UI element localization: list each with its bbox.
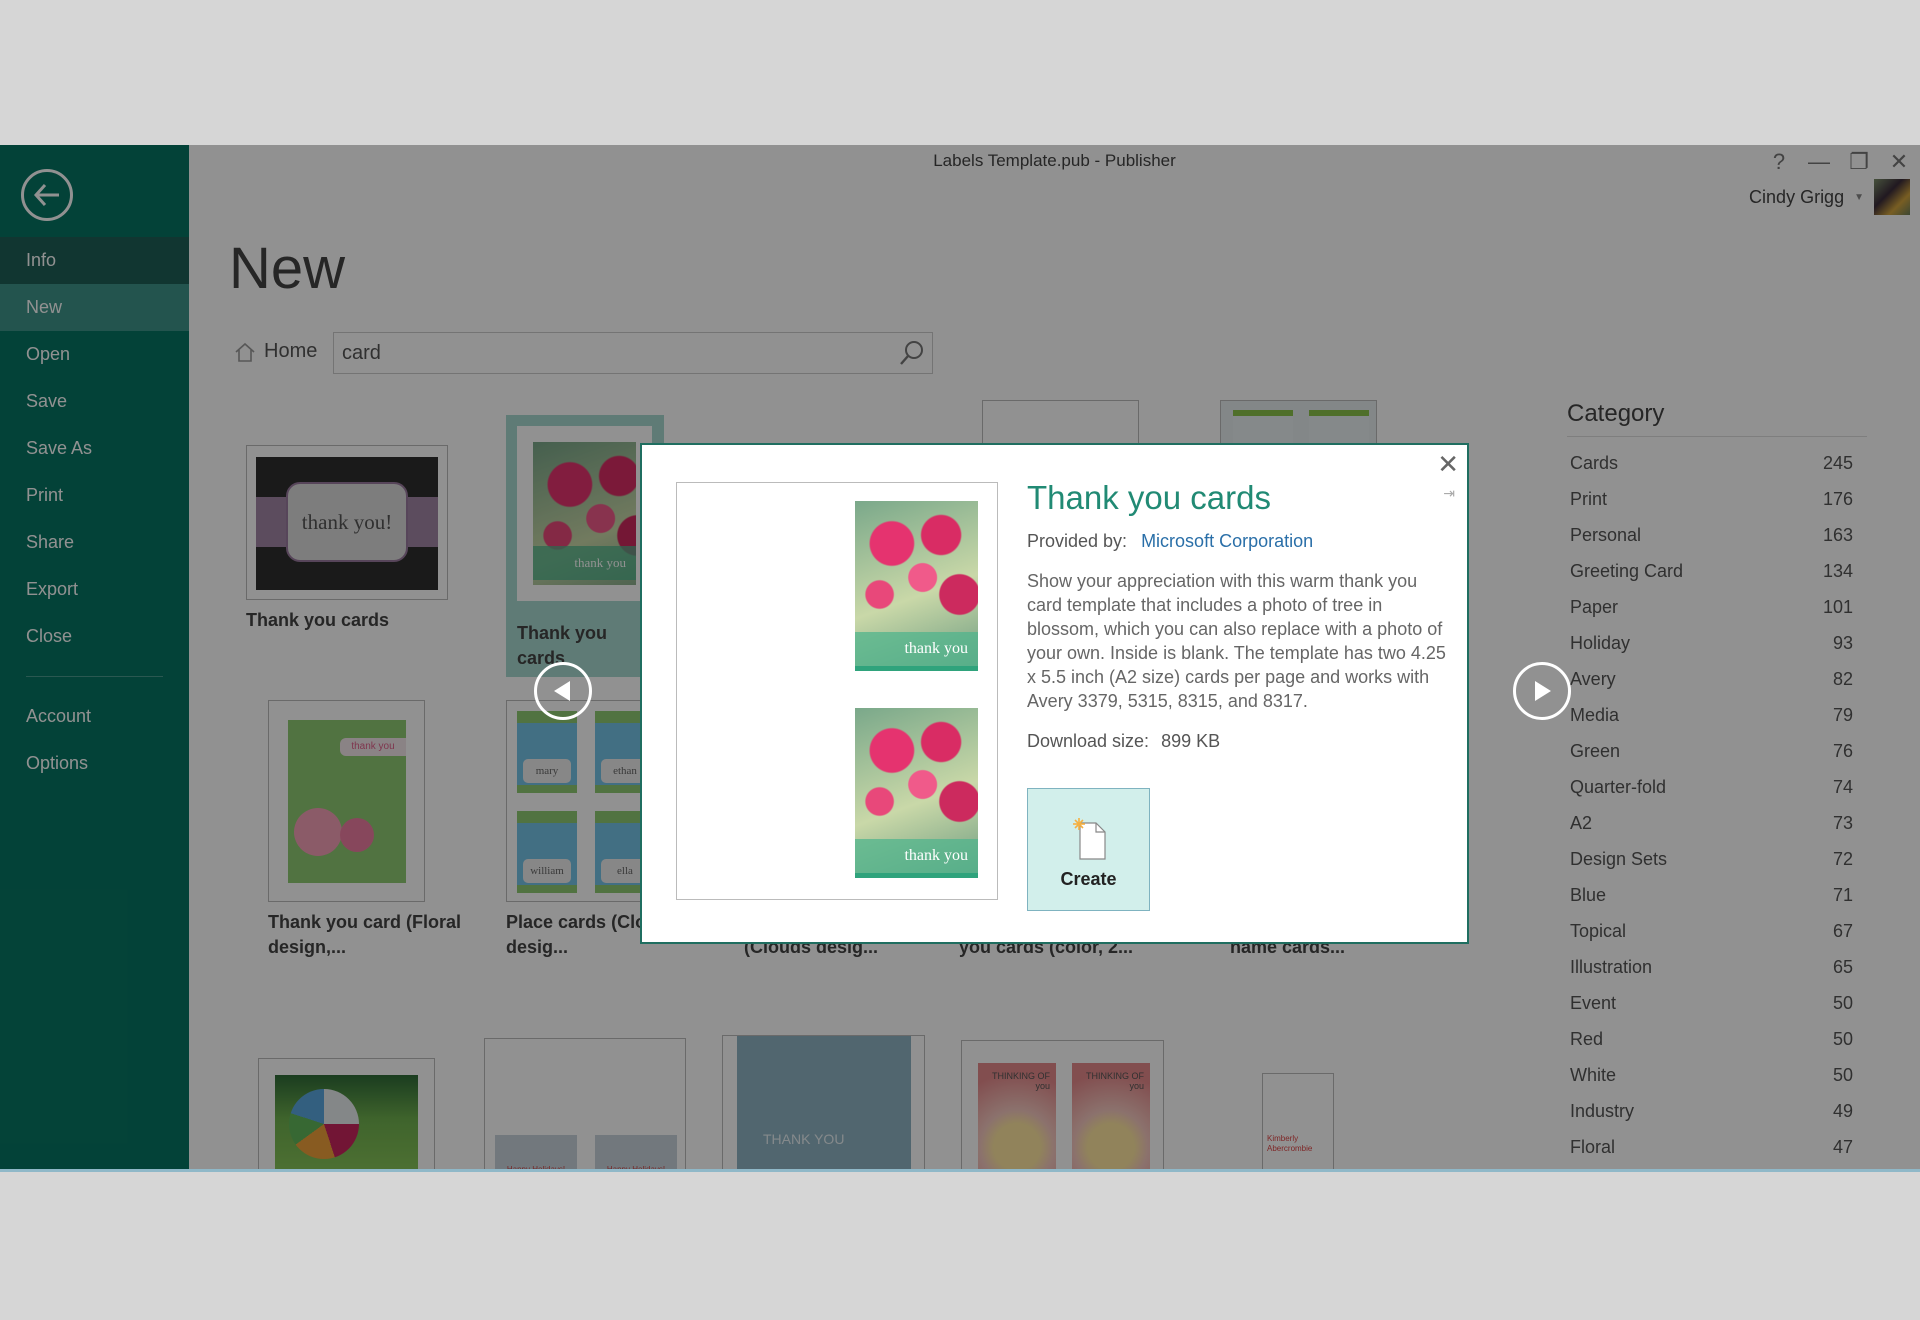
download-size-row: Download size: 899 KB [1027, 731, 1220, 752]
create-button[interactable]: Create [1027, 788, 1150, 911]
preview-card-label: thank you [855, 839, 978, 873]
preview-card-strip [855, 873, 978, 878]
next-template-button[interactable] [1513, 662, 1571, 720]
preview-card-label: thank you [855, 632, 978, 666]
pin-icon[interactable]: ⇥ [1443, 485, 1455, 502]
download-size-label: Download size: [1027, 731, 1150, 751]
create-label: Create [1060, 869, 1117, 889]
template-description: Show your appreciation with this warm th… [1027, 571, 1446, 711]
close-icon[interactable]: ✕ [1437, 449, 1459, 480]
triangle-right-icon [1535, 681, 1551, 701]
triangle-left-icon [554, 681, 570, 701]
new-document-icon [1073, 818, 1106, 860]
previous-template-button[interactable] [534, 662, 592, 720]
taskbar-edge [0, 1169, 1920, 1172]
provided-by-label: Provided by: [1027, 531, 1128, 551]
template-preview: thank you thank you [676, 482, 998, 900]
preview-card-bottom: thank you [855, 708, 978, 878]
provider-link[interactable]: Microsoft Corporation [1141, 531, 1313, 551]
dialog-title: Thank you cards [1027, 479, 1271, 516]
publisher-window: Info New Open Save Save As Print Share E… [0, 145, 1920, 1169]
provider-row: Provided by: Microsoft Corporation [1027, 531, 1313, 552]
download-size-value: 899 KB [1161, 731, 1221, 751]
template-preview-dialog: ✕ ⇥ thank you thank you Thank you cards … [640, 443, 1469, 944]
preview-card-strip [855, 666, 978, 671]
preview-card-top: thank you [855, 501, 978, 671]
